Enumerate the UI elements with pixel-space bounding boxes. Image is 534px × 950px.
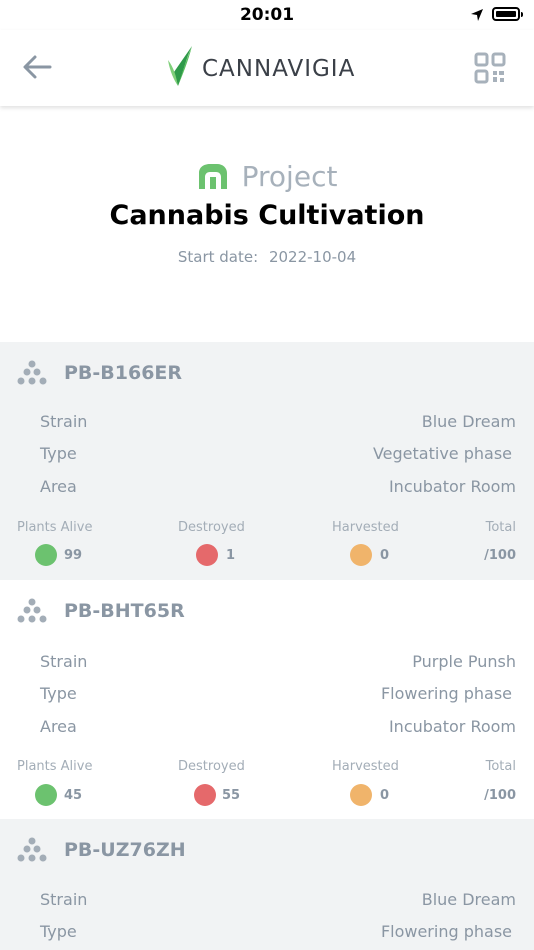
- harvested-count: 0: [380, 788, 390, 803]
- project-header: Project Cannabis Cultivation Start date:…: [0, 106, 534, 342]
- destroyed-count: 55: [222, 788, 241, 803]
- location-arrow-icon: [471, 9, 483, 21]
- harvested-dot: [350, 544, 372, 566]
- destroyed-count: 1: [226, 548, 236, 563]
- area-value: Incubator Room: [388, 717, 516, 736]
- start-date-label: Start date:: [177, 248, 259, 266]
- strain-label: Strain: [40, 412, 88, 431]
- type-value: Flowering phase: [380, 684, 512, 703]
- plants-cluster-icon: [17, 360, 47, 385]
- strain-value: Blue Dream: [421, 412, 516, 431]
- area-value: Incubator Room: [388, 477, 516, 496]
- type-label: Type: [40, 684, 77, 703]
- destroyed-dot: [194, 784, 216, 806]
- nav-bar: CANNAVIGIA: [0, 30, 534, 106]
- destroyed-label: Destroyed: [178, 759, 245, 774]
- type-label: Type: [40, 444, 77, 463]
- alive-dot: [35, 544, 57, 566]
- start-date-value: 2022-10-04: [268, 248, 357, 266]
- harvested-label: Harvested: [332, 520, 399, 535]
- batch-id: PB-BHT65R: [64, 600, 185, 622]
- alive-count: 45: [64, 788, 83, 803]
- start-date-row: Start date: 2022-10-04: [0, 248, 534, 266]
- total-count: /100: [484, 788, 516, 803]
- destroyed-dot: [196, 544, 218, 566]
- type-label: Type: [40, 922, 77, 941]
- total-count: /100: [484, 548, 516, 563]
- harvested-count: 0: [380, 548, 390, 563]
- area-label: Area: [40, 717, 77, 736]
- status-bar: 20:01: [0, 0, 534, 30]
- plants-cluster-icon: [17, 598, 47, 623]
- plants-alive-label: Plants Alive: [17, 520, 93, 535]
- destroyed-label: Destroyed: [178, 520, 245, 535]
- cannavigia-logo: CANNAVIGIA: [166, 42, 366, 90]
- area-label: Area: [40, 477, 77, 496]
- logo-text: CANNAVIGIA: [202, 56, 356, 82]
- batch-card[interactable]: PB-B166ER Strain Blue Dream Type Vegetat…: [0, 342, 534, 580]
- batch-id: PB-UZ76ZH: [64, 839, 186, 861]
- plants-cluster-icon: [17, 837, 47, 862]
- status-time: 20:01: [239, 5, 295, 25]
- total-label: Total: [485, 759, 516, 774]
- plants-alive-label: Plants Alive: [17, 759, 93, 774]
- strain-value: Purple Punsh: [412, 652, 516, 671]
- batch-id: PB-B166ER: [64, 362, 183, 384]
- project-title: Cannabis Cultivation: [109, 200, 425, 231]
- batch-card[interactable]: PB-BHT65R Strain Purple Punsh Type Flowe…: [0, 580, 534, 818]
- project-label: Project: [241, 160, 338, 193]
- alive-count: 99: [64, 548, 83, 563]
- alive-dot: [35, 784, 57, 806]
- qr-code-icon[interactable]: [474, 52, 506, 84]
- strain-label: Strain: [40, 652, 88, 671]
- strain-value: Blue Dream: [421, 890, 516, 909]
- batch-card[interactable]: PB-UZ76ZH Strain Blue Dream Type Floweri…: [0, 819, 534, 950]
- total-label: Total: [485, 520, 516, 535]
- type-value: Flowering phase: [380, 922, 512, 941]
- leaf-logo-icon: [168, 46, 192, 86]
- strain-label: Strain: [40, 890, 88, 909]
- greenhouse-icon: [198, 163, 227, 189]
- project-label-row: Project: [0, 160, 534, 193]
- type-value: Vegetative phase: [372, 444, 512, 463]
- harvested-label: Harvested: [332, 759, 399, 774]
- harvested-dot: [350, 784, 372, 806]
- battery-icon: [492, 7, 523, 21]
- back-arrow-icon[interactable]: [20, 52, 54, 82]
